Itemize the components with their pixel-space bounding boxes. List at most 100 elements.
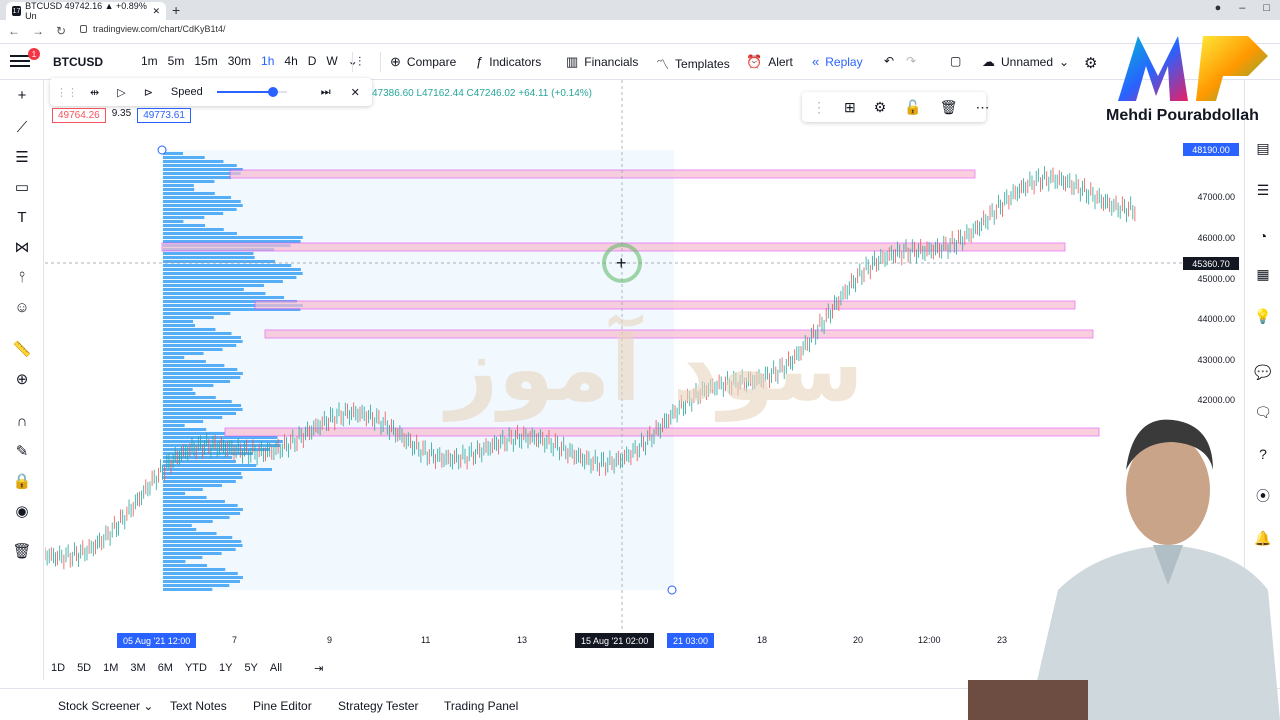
zone-rectangle[interactable] — [229, 169, 976, 179]
range-5d[interactable]: 5D — [71, 662, 97, 674]
range-1d[interactable]: 1D — [45, 662, 71, 674]
volume-profile-bar — [163, 388, 193, 391]
volume-profile-bar — [163, 160, 224, 163]
range-handle-end[interactable] — [667, 585, 677, 595]
forward-icon[interactable]: → — [32, 24, 44, 38]
prediction-icon[interactable]: ⫯ — [12, 268, 32, 288]
drag-handle-icon[interactable]: ⋮⋮ — [56, 86, 78, 99]
replay-button[interactable]: « Replay — [812, 54, 863, 69]
range-6m[interactable]: 6M — [152, 662, 179, 674]
trash-icon[interactable]: 🗑 — [12, 542, 32, 562]
chat-icon[interactable]: 💬 — [1253, 362, 1273, 382]
back-icon[interactable]: ← — [8, 24, 20, 38]
main-menu-button[interactable] — [10, 52, 30, 72]
timeframe-1h[interactable]: 1h — [256, 54, 279, 68]
minimize-icon[interactable]: – — [1239, 2, 1245, 14]
play-icon[interactable]: ▷ — [117, 86, 125, 99]
tab-close-icon[interactable]: ✕ — [152, 6, 160, 17]
fib-icon[interactable]: ☰ — [12, 148, 32, 168]
buy-price-button[interactable]: 49773.61 — [137, 108, 191, 123]
lock-icon — [80, 25, 87, 33]
range-1m[interactable]: 1M — [97, 662, 124, 674]
range-1y[interactable]: 1Y — [213, 662, 238, 674]
range-3m[interactable]: 3M — [124, 662, 151, 674]
range-all[interactable]: All — [264, 662, 288, 674]
templates-button[interactable]: 〽 Templates — [656, 54, 730, 73]
tab-text-notes[interactable]: Text Notes — [170, 699, 227, 713]
tab-stock-screener[interactable]: Stock Screener ⌄ — [58, 699, 153, 713]
time-label: 7 — [232, 635, 238, 645]
redo-icon[interactable]: ↷ — [906, 54, 916, 68]
volume-profile-bar — [163, 296, 285, 299]
ruler-icon[interactable]: 📏 — [12, 340, 32, 360]
zoom-icon[interactable]: ⊕ — [12, 370, 32, 390]
settings-gear-icon[interactable]: ⚙ — [1084, 54, 1097, 72]
step-forward-icon[interactable]: ⊳ — [144, 86, 153, 99]
ideas-icon[interactable]: 💡 — [1253, 306, 1273, 326]
calendar-icon[interactable]: ▦ — [1253, 264, 1273, 284]
pattern-icon[interactable]: ⋈ — [12, 238, 32, 258]
alert-button[interactable]: ⏰ Alert — [746, 54, 793, 70]
volume-profile-bar — [163, 588, 213, 591]
time-label: 9 — [327, 635, 333, 645]
crosshair-icon[interactable]: + — [12, 86, 32, 106]
eye-icon[interactable]: ◉ — [12, 502, 32, 522]
range-ytd[interactable]: YTD — [179, 662, 213, 674]
magnet-icon[interactable]: ∩ — [12, 412, 32, 432]
record-icon[interactable]: ● — [1215, 2, 1222, 14]
alerts-list-icon[interactable]: ☰ — [1253, 180, 1273, 200]
maximize-icon[interactable]: □ — [1263, 2, 1270, 14]
chart-type-icon[interactable]: ⫶ — [358, 54, 361, 70]
timeframe-5m[interactable]: 5m — [163, 54, 190, 68]
layout-icon[interactable]: ▢ — [950, 54, 961, 68]
volume-profile-bar — [163, 228, 224, 231]
timeframe-4h[interactable]: 4h — [279, 54, 302, 68]
close-replay-icon[interactable]: ✕ — [351, 86, 360, 99]
timeframe-15m[interactable]: 15m — [189, 54, 222, 68]
symbol-search-button[interactable]: BTCUSD — [53, 55, 103, 69]
unlock-icon[interactable]: 🔓 — [904, 99, 921, 116]
volume-profile-bar — [163, 416, 223, 419]
timeframe-30m[interactable]: 30m — [223, 54, 256, 68]
time-label: 12:00 — [918, 635, 941, 645]
compare-button[interactable]: ⊕ Compare — [390, 54, 456, 70]
browser-tab[interactable]: 17 BTCUSD 49742.16 ▲ +0.89% Un ✕ — [6, 1, 166, 21]
volume-profile-bar — [163, 344, 237, 347]
trend-line-icon[interactable]: ⟋ — [12, 118, 32, 138]
drag-handle-icon[interactable]: ⋮ — [812, 99, 826, 116]
url-text[interactable]: tradingview.com/chart/CdKyB1t4/ — [93, 24, 226, 34]
reload-icon[interactable]: ↻ — [56, 24, 66, 38]
drawing-settings-icon[interactable]: ⚙ — [874, 99, 887, 116]
tab-trading-panel[interactable]: Trading Panel — [444, 699, 518, 713]
range-5y[interactable]: 5Y — [238, 662, 263, 674]
speed-slider[interactable] — [216, 87, 287, 97]
range-handle-start[interactable] — [157, 145, 167, 155]
watchlist-icon[interactable]: ▤ — [1253, 138, 1273, 158]
undo-icon[interactable]: ↶ — [884, 54, 894, 68]
timeframe-d[interactable]: D — [303, 54, 322, 68]
tab-strategy-tester[interactable]: Strategy Tester — [338, 699, 418, 713]
timeframe-1m[interactable]: 1m — [136, 54, 163, 68]
goto-date-icon[interactable]: ⇥ — [308, 662, 329, 675]
tab-pine-editor[interactable]: Pine Editor — [253, 699, 312, 713]
text-icon[interactable]: T — [12, 208, 32, 228]
rectangle-icon[interactable]: ▭ — [12, 178, 32, 198]
lock-drawing-icon[interactable]: ✎ — [12, 442, 32, 462]
timeframe-w[interactable]: W — [321, 54, 342, 68]
zone-rectangle[interactable] — [254, 300, 1076, 310]
sell-price-button[interactable]: 49764.26 — [52, 108, 106, 123]
layout-name-button[interactable]: ☁ Unnamed ⌄ — [982, 54, 1069, 70]
data-window-icon[interactable]: ◔ — [1253, 226, 1273, 246]
lock-icon[interactable]: 🔒 — [12, 472, 32, 492]
volume-profile-bar — [163, 508, 243, 511]
more-icon[interactable]: ⋯ — [976, 99, 990, 116]
delete-icon[interactable]: 🗑 — [940, 99, 958, 116]
jump-to-realtime-icon[interactable]: ⏭ — [321, 86, 331, 99]
new-tab-icon[interactable]: + — [172, 2, 180, 18]
financials-button[interactable]: ▥ Financials — [566, 54, 638, 70]
template-grid-icon[interactable]: ⊞ — [844, 99, 856, 116]
emoji-icon[interactable]: ☺ — [12, 298, 32, 318]
speed-slider-knob[interactable] — [267, 87, 278, 97]
select-bar-icon[interactable]: ⇹ — [90, 86, 99, 99]
indicators-button[interactable]: ƒ Indicators — [476, 54, 541, 69]
